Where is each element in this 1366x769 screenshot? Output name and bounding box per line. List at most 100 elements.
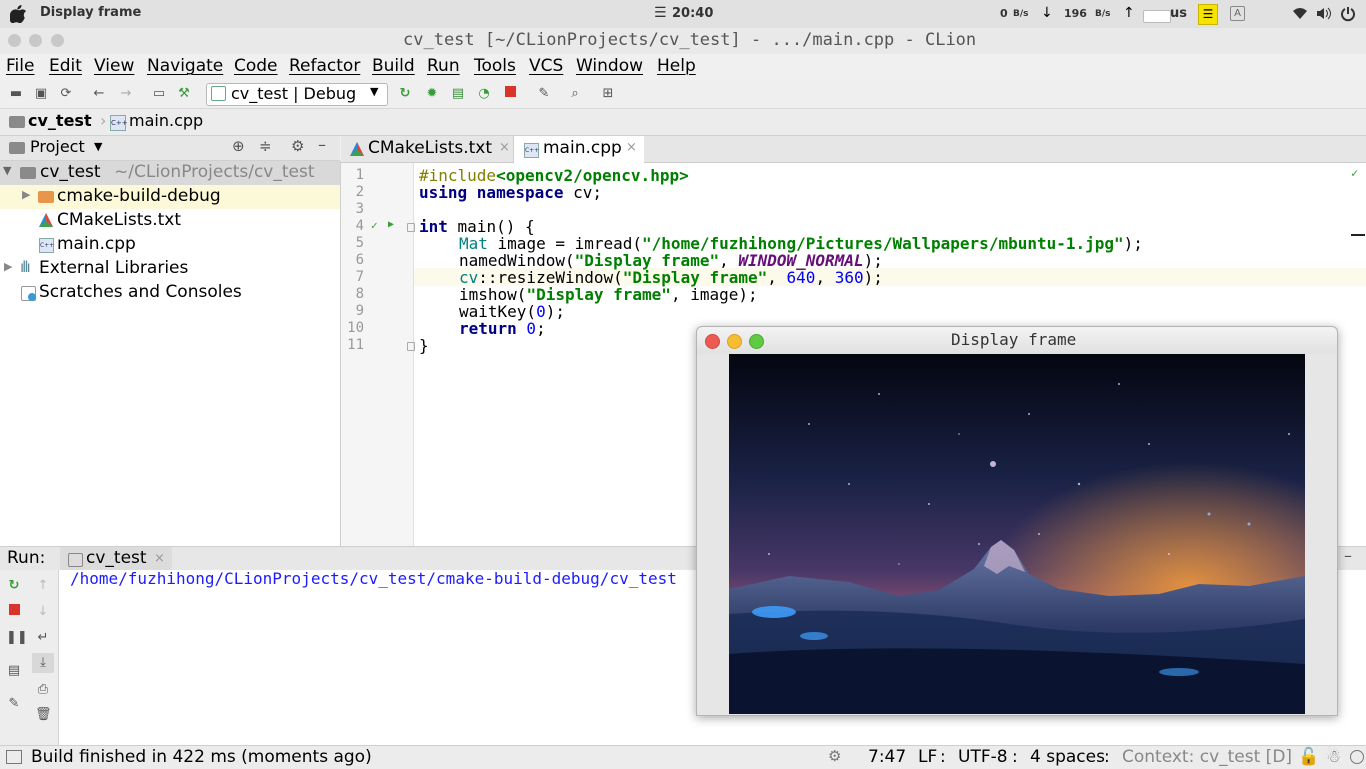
tab-main-cpp[interactable]: C++ main.cpp × [514,136,644,163]
layout-icon[interactable]: ▤ [6,663,22,679]
tree-item-external-libraries[interactable]: ▶ ıllı External Libraries [0,257,340,281]
chevron-down-icon[interactable]: ▼ [94,140,102,153]
chevron-right-icon[interactable]: ▶ [4,260,12,273]
keyboard-layout[interactable]: us [1170,6,1187,21]
power-icon[interactable] [1340,6,1356,22]
menu-edit[interactable]: Edit [49,56,82,76]
menu-build[interactable]: Build [372,56,415,76]
menu-view[interactable]: View [94,56,134,76]
sync-icon[interactable]: ⟳ [58,86,74,102]
tree-item-main-cpp[interactable]: C++ main.cpp [0,233,340,257]
hide-panel-icon[interactable]: – [318,135,326,154]
soft-wrap-icon[interactable]: ↵ [35,630,51,646]
maximize-window-button[interactable] [51,34,64,47]
chevron-icon[interactable]: : [1104,747,1110,767]
minimize-window-button[interactable] [29,34,42,47]
menu-navigate[interactable]: Navigate [147,56,223,76]
event-log-icon[interactable] [1350,750,1364,764]
lock-icon[interactable]: 🔓 [1298,747,1319,767]
tree-item-root[interactable]: ▼ cv_test ~/CLionProjects/cv_test [0,161,340,185]
menu-window[interactable]: Window [576,56,643,76]
pause-icon[interactable]: ❚❚ [6,630,28,646]
menu-help[interactable]: Help [657,56,696,76]
background-tasks-icon[interactable]: ⚙ [828,747,841,765]
hide-panel-icon[interactable]: – [1344,546,1352,565]
chevron-down-icon[interactable]: ▼ [3,164,11,177]
file-encoding[interactable]: UTF-8 [958,747,1008,767]
collapse-all-icon[interactable]: ≑ [259,137,272,155]
build-hammer-icon[interactable]: ⚒ [176,86,192,102]
inspector-icon[interactable]: ☃ [1326,747,1341,767]
close-window-button[interactable] [8,34,21,47]
menu-file[interactable]: File [6,56,34,76]
tree-item-cmake-build-debug[interactable]: ▶ cmake-build-debug [0,185,340,209]
wifi-icon[interactable] [1292,7,1308,20]
up-arrow-icon[interactable]: ↑ [35,578,51,594]
run-configuration-select[interactable]: cv_test | Debug ▼ [206,83,388,106]
indent-setting[interactable]: 4 spaces [1030,747,1105,767]
breadcrumb-project[interactable]: cv_test [28,111,92,130]
gear-icon[interactable]: ⚙ [291,137,304,155]
pin-icon[interactable]: ✎ [6,696,22,712]
stop-icon[interactable] [6,604,22,620]
note-icon[interactable]: ☰ [1198,4,1218,25]
breadcrumb-file[interactable]: main.cpp [129,111,203,130]
back-icon[interactable]: ← [91,86,107,102]
debug-bug-icon[interactable]: ✹ [424,86,440,102]
line-separator[interactable]: LF [918,747,937,767]
locate-target-icon[interactable]: ⊕ [232,137,245,155]
tool-window-icon[interactable] [6,750,22,764]
close-tab-icon[interactable]: × [154,551,165,566]
inspection-ok-icon[interactable]: ✓ [1351,166,1358,180]
scroll-to-end-icon[interactable]: ⤓ [32,653,54,673]
context-selector[interactable]: Context: cv_test [D] [1122,747,1292,767]
display-frame-window[interactable]: Display frame [696,326,1338,716]
rerun-icon[interactable]: ↻ [397,86,413,102]
menu-run[interactable]: Run [427,56,460,76]
profile-icon[interactable]: ◔ [476,86,492,102]
keyboard-icon[interactable] [1143,10,1171,23]
open-folder-icon[interactable]: ▬ [8,86,24,102]
apple-icon[interactable] [10,5,26,23]
close-tab-icon[interactable]: × [626,140,637,155]
run-coverage-icon[interactable]: ▤ [450,86,466,102]
close-window-button[interactable] [705,334,720,349]
caret-position[interactable]: 7:47 [868,747,906,767]
tree-item-cmakelists[interactable]: CMakeLists.txt [0,209,340,233]
input-icon[interactable]: A [1230,6,1245,21]
fold-icon[interactable] [407,342,415,351]
project-panel-title[interactable]: Project [30,137,85,156]
menu-refactor[interactable]: Refactor [289,56,360,76]
terminal-icon[interactable]: ▭ [151,86,167,102]
close-tab-icon[interactable]: × [499,140,510,155]
volume-icon[interactable] [1316,7,1332,20]
settings-wrench-icon[interactable]: ✎ [536,86,552,102]
maximize-window-button[interactable] [749,334,764,349]
tab-cmakelists[interactable]: CMakeLists.txt × [341,136,514,162]
menu-code[interactable]: Code [234,56,278,76]
trash-icon[interactable]: 🗑 [35,707,52,723]
chevron-icon[interactable]: : [1012,747,1018,767]
run-gutter-icon[interactable]: ▶ [388,219,394,230]
tree-item-scratches[interactable]: Scratches and Consoles [0,281,340,305]
run-tab[interactable]: cv_test × [60,547,172,571]
console-line: /home/fuzhihong/CLionProjects/cv_test/cm… [70,569,677,588]
chevron-right-icon[interactable]: ▶ [22,188,30,201]
stop-icon[interactable] [502,86,518,102]
fold-icon[interactable] [407,223,415,232]
down-arrow-icon[interactable]: ↓ [35,604,51,620]
chevron-icon[interactable]: : [940,747,946,767]
save-icon[interactable]: ▣ [33,86,49,102]
rerun-icon[interactable]: ↻ [6,578,22,594]
clock[interactable]: 20:40 [672,6,713,21]
print-icon[interactable]: ⎙ [35,682,51,698]
keyword: int [419,217,448,236]
search-icon[interactable]: ⌕ [567,86,583,102]
minimize-window-button[interactable] [727,334,742,349]
menu-vcs[interactable]: VCS [529,56,563,76]
display-window-titlebar[interactable]: Display frame [697,327,1337,354]
structure-icon[interactable]: ⊞ [600,86,616,102]
forward-icon[interactable]: → [118,86,134,102]
menu-tools[interactable]: Tools [474,56,516,76]
mountain-night-image [729,354,1305,714]
